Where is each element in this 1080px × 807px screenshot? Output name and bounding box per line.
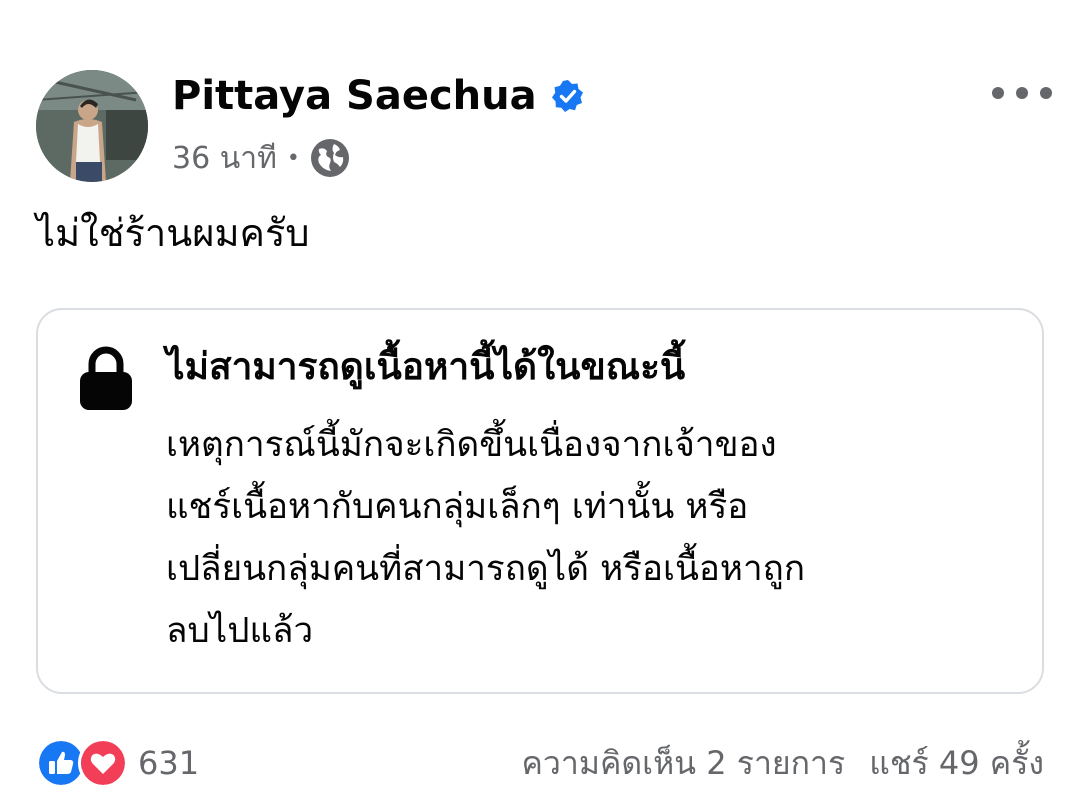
verified-badge-icon [551, 80, 583, 112]
engagement-stats: ความคิดเห็น 2 รายการ แชร์ 49 ครั้ง [522, 738, 1044, 789]
post-meta: 36 นาที • [172, 136, 350, 180]
author-name[interactable]: Pittaya Saechua [172, 70, 585, 122]
content-unavailable-card: ไม่สามารถดูเนื้อหานี้ได้ในขณะนี้ เหตุการ… [36, 308, 1044, 694]
unavailable-title: ไม่สามารถดูเนื้อหานี้ได้ในขณะนี้ [166, 345, 686, 388]
post-footer: 631 ความคิดเห็น 2 รายการ แชร์ 49 ครั้ง [36, 730, 1044, 790]
unavailable-description-line: เหตุการณ์นี้มักจะเกิดขึ้นเนื่องจากเจ้าขอ… [166, 425, 777, 465]
more-options-dot [1016, 87, 1028, 99]
unavailable-description-line: เปลี่ยนกลุ่มคนที่สามารถดูได้ หรือเนื้อหา… [166, 549, 806, 589]
post: Pittaya Saechua 36 นาที • ไม่ใช่ร้านผมคร… [0, 0, 1080, 807]
author-name-text[interactable]: Pittaya Saechua [172, 70, 537, 122]
reactions-summary[interactable]: 631 [36, 738, 199, 788]
comments-count-link[interactable]: ความคิดเห็น 2 รายการ [522, 738, 846, 789]
unavailable-description-line: แชร์เนื้อหากับคนกลุ่มเล็กๆ เท่านั้น หรือ [166, 487, 749, 527]
post-text: ไม่ใช่ร้านผมครับ [36, 211, 310, 255]
unavailable-description-line: ลบไปแล้ว [166, 611, 314, 651]
post-time[interactable]: 36 นาที [172, 135, 277, 182]
reaction-count: 631 [138, 744, 200, 782]
profile-photo [36, 70, 148, 182]
lock-icon [80, 346, 132, 410]
author-avatar[interactable] [36, 70, 148, 182]
more-options-icon [992, 87, 1004, 99]
meta-separator: • [286, 145, 300, 171]
more-options-button[interactable] [992, 78, 1052, 108]
more-options-dot [1040, 87, 1052, 99]
unavailable-description: เหตุการณ์นี้มักจะเกิดขึ้นเนื่องจากเจ้าขอ… [166, 414, 1016, 662]
love-icon [78, 738, 128, 788]
globe-icon[interactable] [310, 138, 350, 178]
shares-count-link[interactable]: แชร์ 49 ครั้ง [869, 738, 1044, 789]
